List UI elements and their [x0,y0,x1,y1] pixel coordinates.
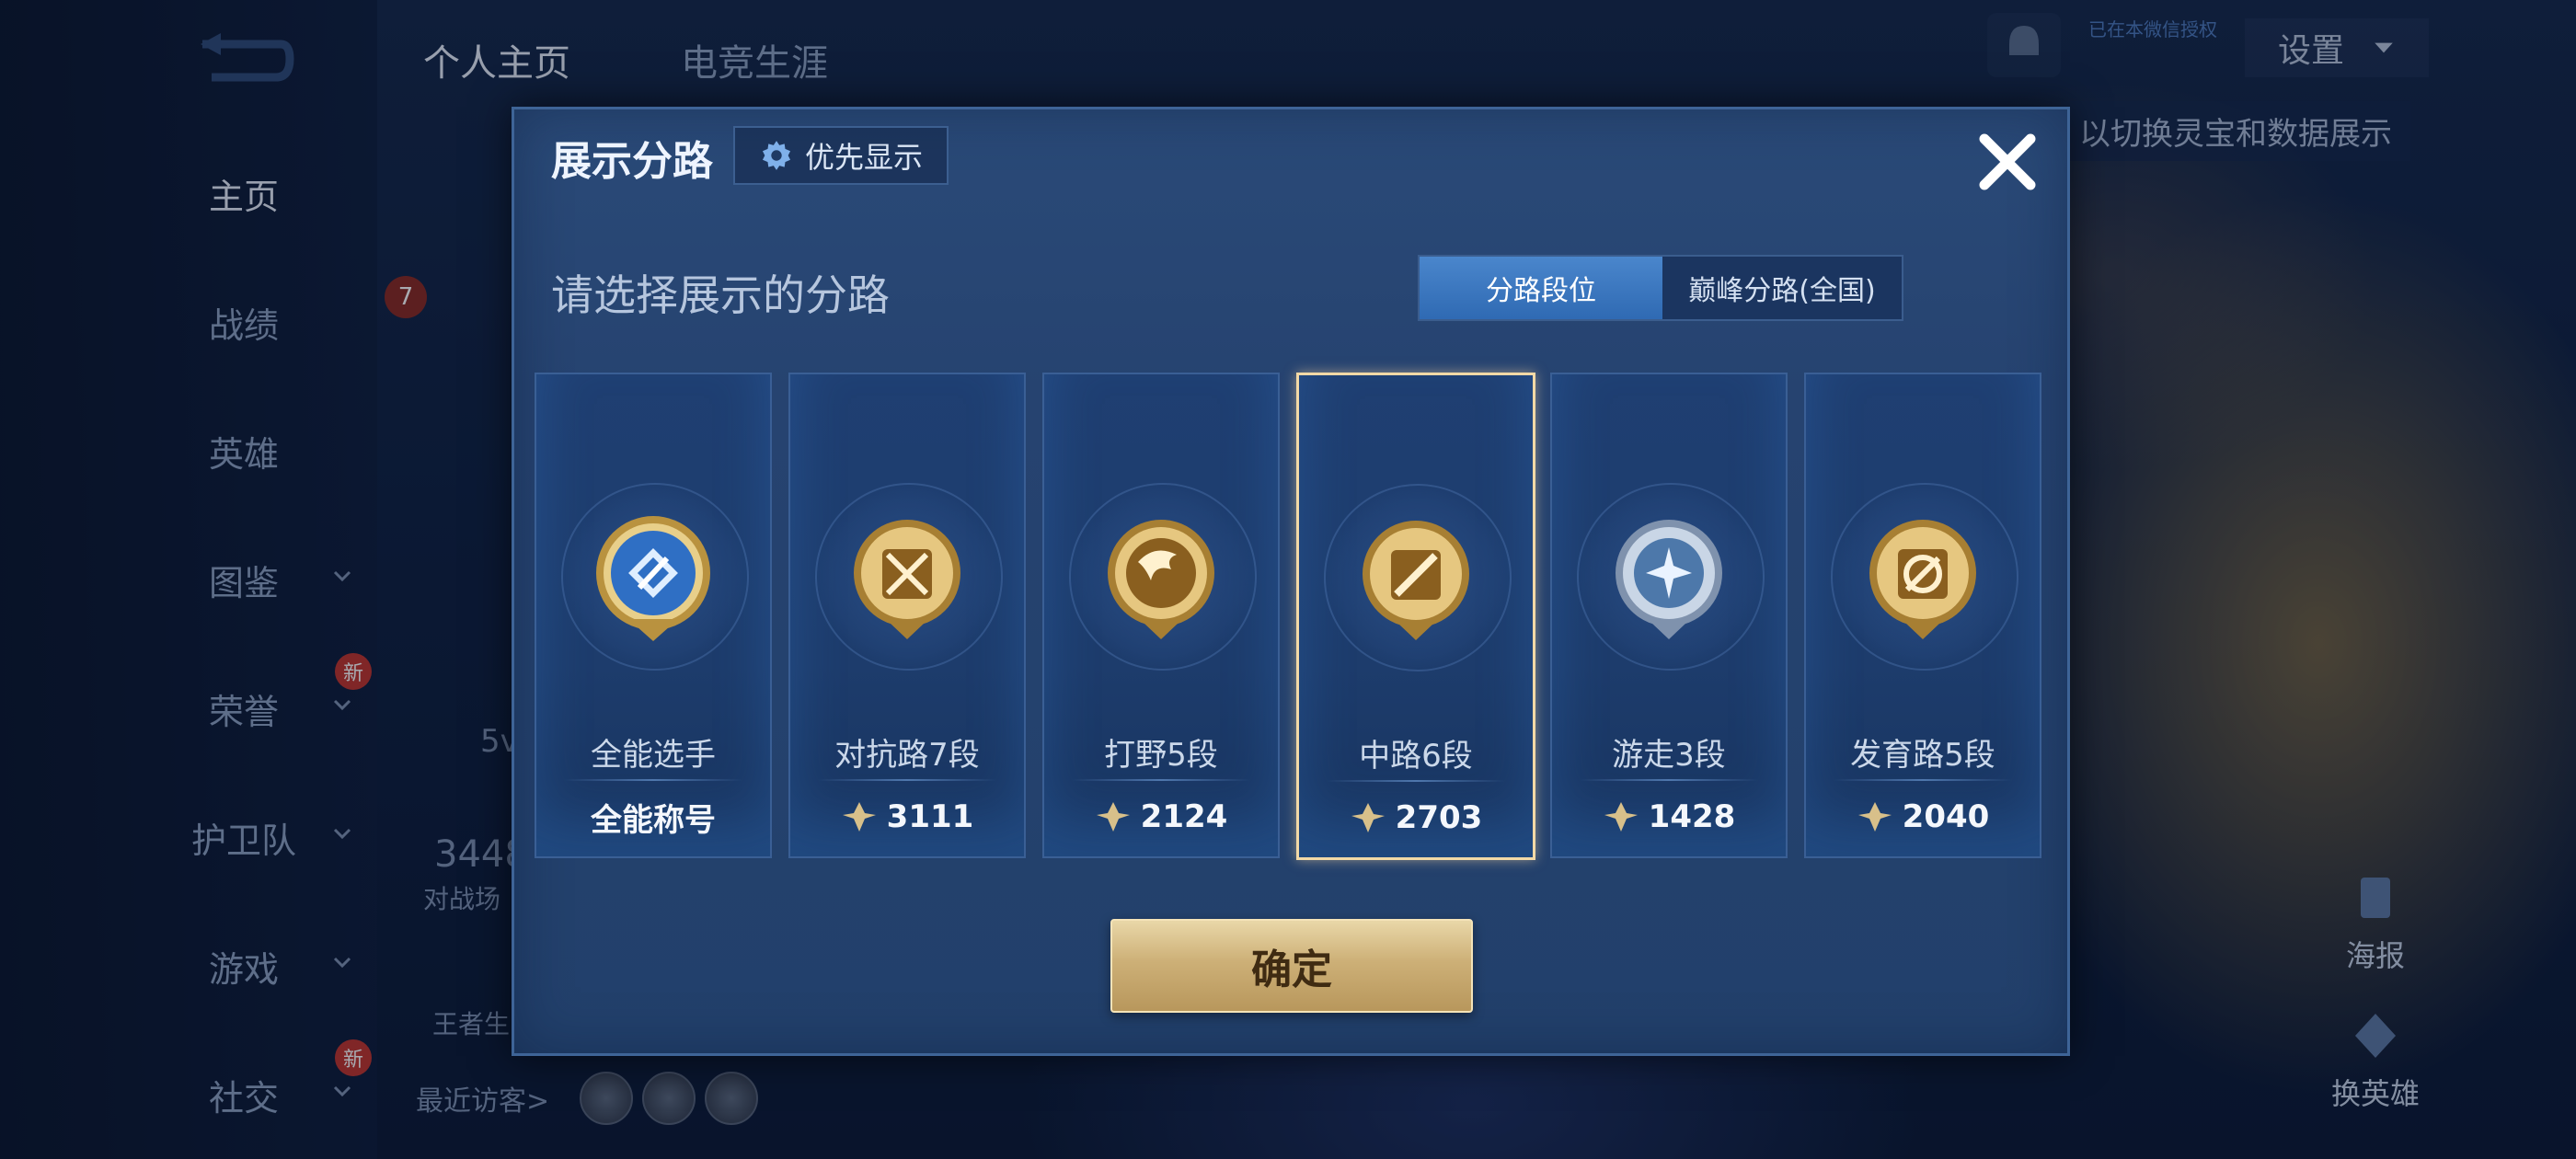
rank-points-icon [842,802,876,832]
dialog-subtitle: 请选择展示的分路 [551,270,890,320]
close-button[interactable] [1966,120,2049,203]
confirm-button[interactable]: 确定 [1110,919,1473,1013]
priority-display-label: 优先显示 [804,140,923,175]
lane-score-value: 2124 [1140,798,1228,835]
lane-name: 游走3段 [1612,737,1726,774]
lane-score-value: 2040 [1902,798,1990,835]
lane-score: 2703 [1299,795,1533,841]
divider [564,779,742,781]
lane-score: 2040 [1806,794,2040,840]
gear-icon [762,141,791,170]
divider [1072,779,1250,781]
lane-select-dialog: 展示分路 优先显示 请选择展示的分路 分路段位 巅峰分路(全国) 全能选手 全能… [512,107,2070,1056]
lane-card-all-round[interactable]: 全能选手 全能称号 [535,373,772,858]
lane-card-farm[interactable]: 发育路5段 2040 [1804,373,2041,858]
lane-name: 对抗路7段 [834,737,980,774]
lane-name: 中路6段 [1359,738,1473,775]
lane-card-roam[interactable]: 游走3段 1428 [1550,373,1788,858]
lane-name: 发育路5段 [1850,737,1995,774]
lane-card-mid[interactable]: 中路6段 2703 [1296,373,1535,860]
lane-score: 2124 [1044,794,1278,840]
lane-card-clash[interactable]: 对抗路7段 3111 [788,373,1026,858]
lane-score: 3111 [790,794,1024,840]
lane-score-value: 3111 [886,798,974,835]
rank-points-icon [1096,802,1130,832]
roam-emblem-icon [1616,520,1722,639]
lane-score-value: 2703 [1395,799,1483,836]
divider [1580,779,1758,781]
lane-score: 全能称号 [536,794,770,840]
mid-lane-emblem-icon [1363,521,1469,640]
all-round-emblem-icon [596,516,710,641]
priority-display-button[interactable]: 优先显示 [733,126,949,185]
farm-lane-emblem-icon [1869,520,1976,639]
toggle-peak-lane[interactable]: 巅峰分路(全国) [1662,257,1902,319]
lane-card-jungle[interactable]: 打野5段 2124 [1042,373,1280,858]
rank-points-icon [1604,802,1638,832]
jungle-emblem-icon [1108,520,1214,639]
dialog-title: 展示分路 [551,138,713,185]
divider [1834,779,2012,781]
rank-points-icon [1857,802,1892,832]
rank-points-icon [1351,803,1385,832]
lane-score-value: 1428 [1648,798,1736,835]
lane-mode-toggle: 分路段位 巅峰分路(全国) [1418,255,1903,321]
toggle-lane-rank[interactable]: 分路段位 [1420,257,1662,319]
lane-name: 全能选手 [591,737,716,774]
divider [1327,780,1505,782]
lane-score: 1428 [1552,794,1786,840]
close-icon [1979,133,2036,190]
lane-name: 打野5段 [1104,737,1218,774]
divider [818,779,996,781]
lane-score-value: 全能称号 [591,801,716,839]
clash-lane-emblem-icon [854,520,960,639]
